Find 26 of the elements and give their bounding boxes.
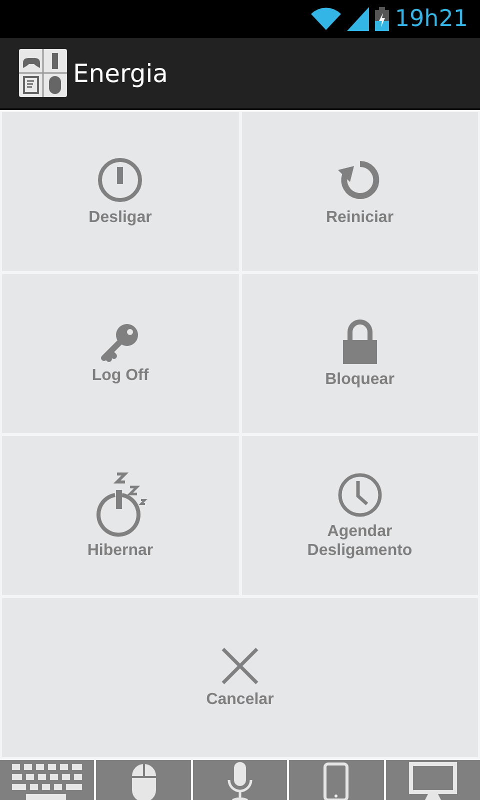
- microphone-icon: [226, 762, 254, 800]
- app-title: Energia: [73, 58, 168, 88]
- tab-button[interactable]: [0, 760, 94, 800]
- clock-icon: [336, 472, 383, 518]
- action-button[interactable]: Bloquear: [242, 274, 478, 433]
- tab-button[interactable]: [192, 760, 288, 800]
- action-button[interactable]: Desligar: [2, 112, 238, 271]
- signal-icon: [346, 7, 369, 31]
- action-button[interactable]: Agendar Desligamento: [242, 436, 478, 595]
- action-button[interactable]: Reiniciar: [242, 112, 478, 271]
- key-icon: [100, 322, 140, 362]
- close-icon: [220, 646, 260, 686]
- action-button[interactable]: Hibernar: [2, 436, 238, 595]
- power-icon: [96, 156, 144, 204]
- monitor-icon: [408, 762, 458, 800]
- app-icon[interactable]: [19, 49, 67, 97]
- tab-button[interactable]: [96, 760, 191, 800]
- clock-time: 19h21: [394, 6, 468, 32]
- phone-icon: [323, 762, 350, 800]
- wifi-icon: [310, 7, 341, 31]
- action-button[interactable]: Log Off: [2, 274, 238, 433]
- tab-button[interactable]: [289, 760, 384, 800]
- action-button[interactable]: Cancelar: [2, 598, 478, 757]
- battery-icon: [374, 7, 389, 31]
- tab-button[interactable]: [386, 760, 480, 800]
- keyboard-icon: [10, 762, 84, 800]
